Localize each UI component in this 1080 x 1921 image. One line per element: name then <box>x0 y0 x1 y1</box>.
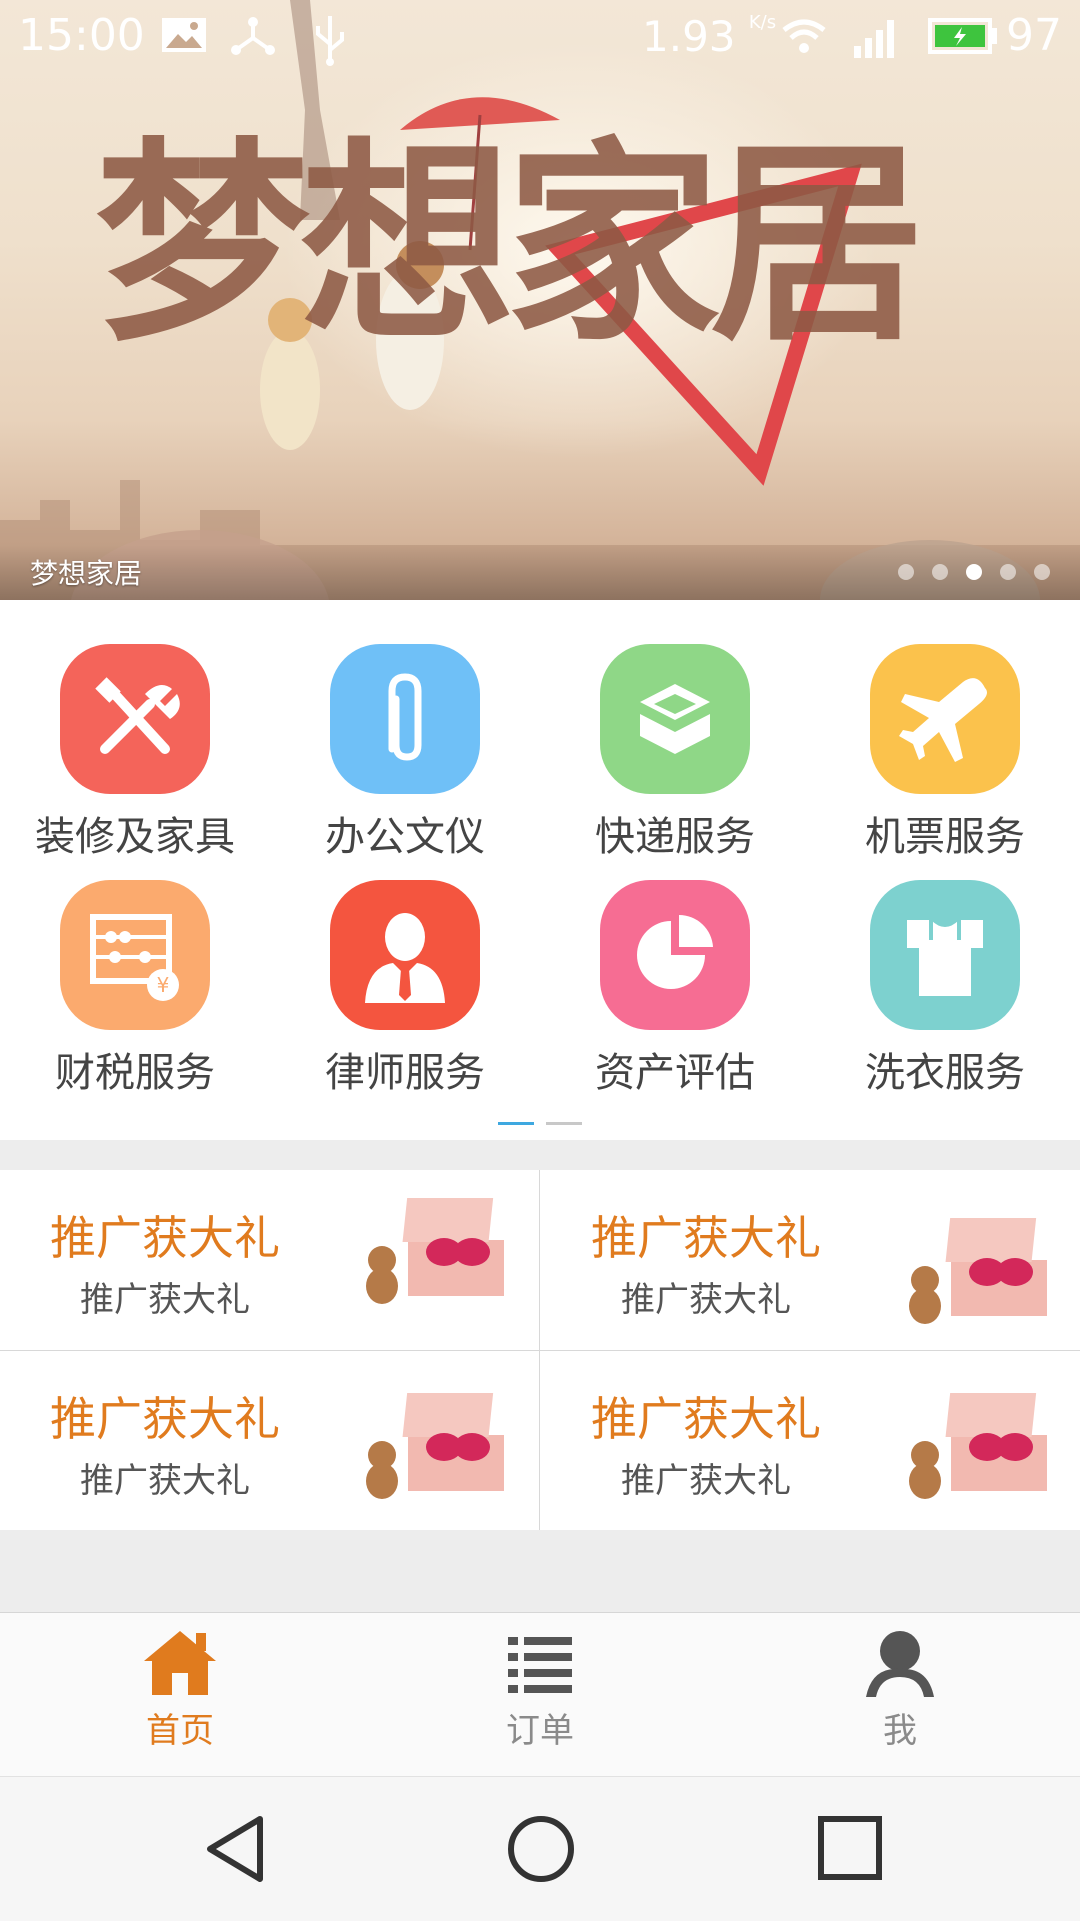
promo-title: 推广获大礼 <box>591 1392 821 1446</box>
pager-dot <box>546 1122 582 1125</box>
promo-card[interactable]: 推广获大礼 推广获大礼 <box>541 1170 1080 1349</box>
banner-caption: 梦想家居 <box>30 557 143 590</box>
tab-home[interactable]: 首页 <box>0 1613 360 1777</box>
service-asset-evaluation[interactable]: 资产评估 <box>540 836 810 1096</box>
tab-label: 我 <box>883 1711 917 1751</box>
pie-chart-icon <box>637 914 713 989</box>
promo-card[interactable]: 推广获大礼 推广获大礼 <box>0 1351 539 1530</box>
service-page-indicator <box>0 1122 1080 1126</box>
recents-icon[interactable] <box>815 1813 885 1885</box>
gift-box-image <box>909 1218 1047 1324</box>
promo-title: 推广获大礼 <box>50 1392 280 1446</box>
list-icon <box>508 1637 572 1693</box>
battery-icon <box>928 18 997 54</box>
abacus-icon: ¥ <box>90 914 179 1001</box>
banner-carousel[interactable]: 梦想家居 梦想家居 <box>0 0 1080 600</box>
service-grid: 装修及家具 办公文仪 快递服务 机票服务 ¥ 财税服务 律师服务 资产评估 洗衣… <box>0 600 1080 1140</box>
pager-dot-active <box>498 1122 534 1125</box>
back-icon[interactable] <box>200 1813 270 1885</box>
tab-label: 订单 <box>506 1711 574 1751</box>
tab-orders[interactable]: 订单 <box>360 1613 720 1777</box>
banner-dot <box>932 564 948 580</box>
banner-page-indicator <box>898 564 1050 580</box>
gift-box-image <box>366 1198 504 1304</box>
service-icon-bg <box>600 880 750 1030</box>
home-button-icon[interactable] <box>505 1813 577 1885</box>
airplane-icon <box>899 678 987 762</box>
banner-art-title: 梦想家居 <box>95 117 925 370</box>
service-air-ticket[interactable]: 机票服务 <box>810 600 1080 860</box>
promo-title: 推广获大礼 <box>50 1211 280 1265</box>
promo-subtitle: 推广获大礼 <box>80 1280 250 1320</box>
usb-icon <box>316 16 344 66</box>
service-icon-bg <box>60 644 210 794</box>
service-decoration-furniture[interactable]: 装修及家具 <box>0 600 270 860</box>
banner-dot <box>1000 564 1016 580</box>
service-icon-bg <box>330 880 480 1030</box>
paperclip-icon <box>388 673 422 761</box>
promo-subtitle: 推广获大礼 <box>621 1280 791 1320</box>
box-icon <box>640 684 710 754</box>
promo-card[interactable]: 推广获大礼 推广获大礼 <box>541 1351 1080 1530</box>
service-tax[interactable]: ¥ 财税服务 <box>0 836 270 1096</box>
lawyer-icon <box>365 913 445 1003</box>
service-office-supplies[interactable]: 办公文仪 <box>270 600 540 860</box>
service-icon-bg: ¥ <box>60 880 210 1030</box>
service-express[interactable]: 快递服务 <box>540 600 810 860</box>
signal-4g-icon <box>854 20 894 58</box>
network-speed: 1.93 K/s <box>642 12 777 61</box>
service-icon-bg <box>600 644 750 794</box>
service-label: 财税服务 <box>55 1050 215 1096</box>
bottom-tab-bar: 首页 订单 我 <box>0 1612 1080 1777</box>
promo-subtitle: 推广获大礼 <box>80 1461 250 1501</box>
wifi-icon <box>782 19 826 53</box>
service-lawyer[interactable]: 律师服务 <box>270 836 540 1096</box>
shirt-icon <box>907 920 983 996</box>
banner-dot <box>966 564 982 580</box>
promo-grid: 推广获大礼 推广获大礼 推广获大礼 推广获大礼 推广获大礼 推广获大礼 推广获大… <box>0 1170 1080 1530</box>
status-bar: 15:00 1.93 K/s 97 <box>0 0 1080 80</box>
promo-subtitle: 推广获大礼 <box>621 1461 791 1501</box>
tools-icon <box>95 677 180 754</box>
service-label: 洗衣服务 <box>865 1050 1025 1096</box>
banner-dot <box>1034 564 1050 580</box>
service-laundry[interactable]: 洗衣服务 <box>810 836 1080 1096</box>
banner-dot <box>898 564 914 580</box>
image-icon <box>162 18 206 52</box>
service-icon-bg <box>870 880 1020 1030</box>
battery-percent: 97 <box>1006 10 1062 61</box>
svg-text:¥: ¥ <box>157 973 170 997</box>
usb-debug-icon <box>231 17 275 55</box>
system-navigation-bar <box>0 1776 1080 1921</box>
service-icon-bg <box>870 644 1020 794</box>
promo-title: 推广获大礼 <box>591 1211 821 1265</box>
tab-me[interactable]: 我 <box>720 1613 1080 1777</box>
gift-box-image <box>909 1393 1047 1499</box>
status-time: 15:00 <box>18 10 145 61</box>
home-icon <box>144 1631 216 1695</box>
service-label: 律师服务 <box>325 1050 485 1096</box>
promo-card[interactable]: 推广获大礼 推广获大礼 <box>0 1170 539 1349</box>
service-label: 资产评估 <box>595 1050 755 1096</box>
promo-divider-horizontal <box>0 1350 1080 1351</box>
service-icon-bg <box>330 644 480 794</box>
person-icon <box>866 1631 934 1697</box>
tab-label: 首页 <box>146 1711 214 1751</box>
gift-box-image <box>366 1393 504 1499</box>
